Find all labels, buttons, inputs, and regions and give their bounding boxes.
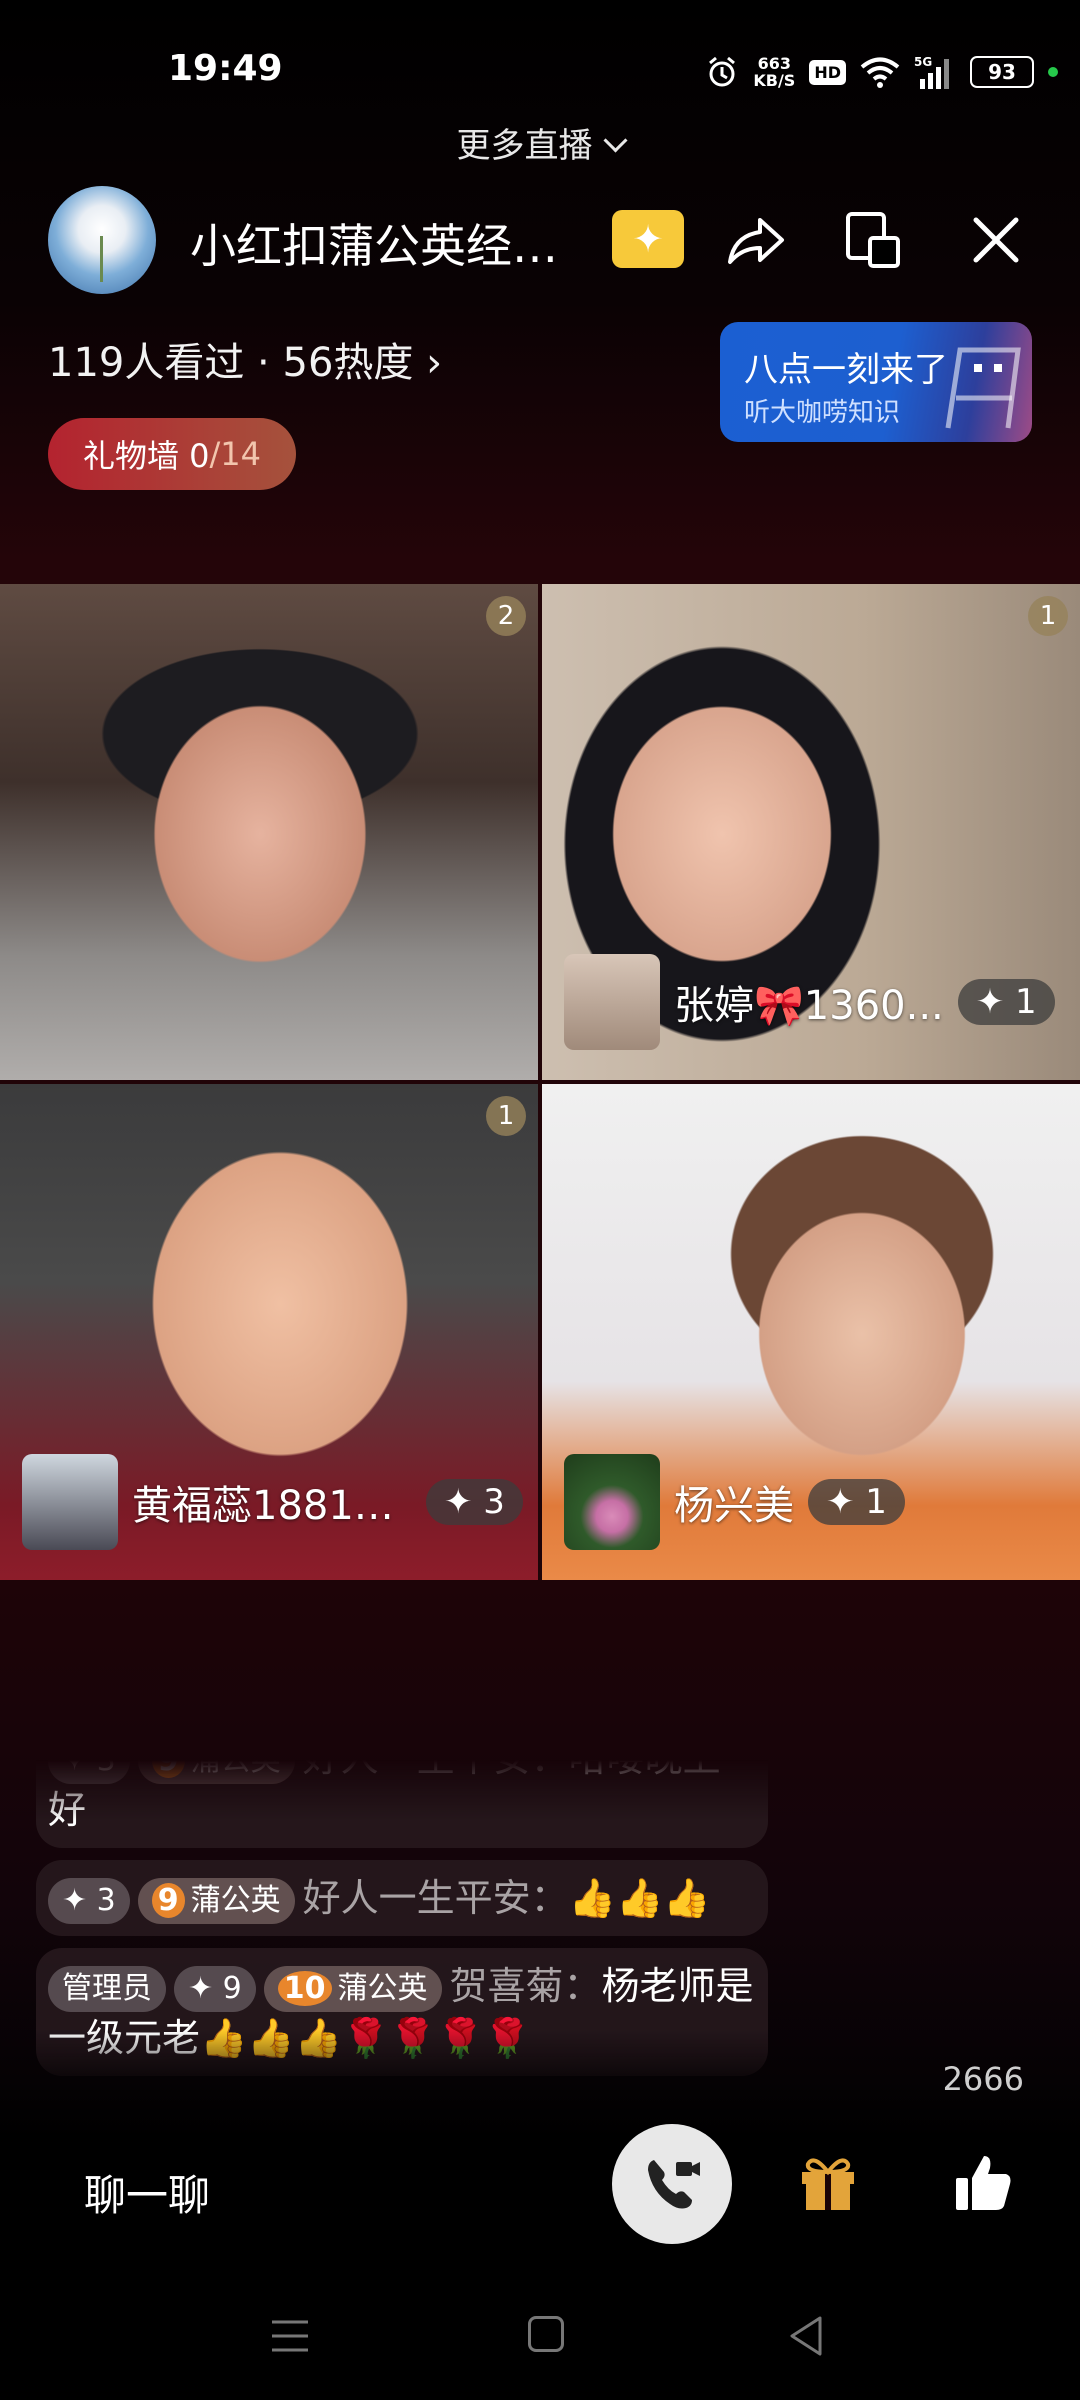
promo-banner[interactable]: 八点一刻来了 听大咖唠知识 xyxy=(720,322,1032,442)
user-score-badge: ✦ 1 xyxy=(957,979,1055,1025)
video-tile-guest[interactable]: 杨兴美 ✦ 1 xyxy=(542,1084,1080,1580)
chat-message: 管理员 ✦ 9 10 蒲公英 贺喜菊：杨老师是一级元老👍👍👍🌹🌹🌹🌹 xyxy=(36,1948,768,2076)
tile-number-badge: 1 xyxy=(486,1096,526,1136)
tile-number-badge: 2 xyxy=(486,596,526,636)
alarm-icon xyxy=(709,56,736,87)
user-avatar[interactable] xyxy=(564,954,660,1050)
host-avatar[interactable] xyxy=(48,186,156,294)
chat-nickname[interactable]: 好人一生平安： xyxy=(303,1876,569,1920)
nav-back-icon[interactable] xyxy=(786,2314,826,2358)
user-name: 黄福蕊18816... xyxy=(132,1483,412,1529)
user-avatar[interactable] xyxy=(564,1454,660,1550)
privacy-dot xyxy=(1048,67,1058,77)
gift-icon[interactable] xyxy=(796,2150,860,2214)
user-name: 张婷🎀1360... xyxy=(674,983,944,1029)
tile-user-info: 张婷🎀1360... ✦ 1 xyxy=(564,954,1055,1050)
status-time: 19:49 xyxy=(168,48,283,89)
like-count: 2666 xyxy=(942,2060,1024,2098)
chat-nickname[interactable]: 贺喜菊： xyxy=(450,1964,602,2008)
user-name: 杨兴美 xyxy=(674,1483,794,1529)
promo-subtitle: 听大咖唠知识 xyxy=(744,398,901,428)
star-sparkle-icon: ✦ xyxy=(632,217,664,261)
tile-number-badge: 1 xyxy=(1028,596,1068,636)
user-level-badge: ✦ 3 xyxy=(48,1760,130,1784)
gift-wall-count: 礼物墙 0 xyxy=(82,437,210,475)
hd-icon: HD xyxy=(809,59,846,85)
video-call-button[interactable] xyxy=(612,2124,732,2244)
fan-badge: 10 蒲公英 xyxy=(263,1965,442,2012)
svg-text:5G: 5G xyxy=(914,55,932,69)
user-score-badge: ✦ 3 xyxy=(426,1479,523,1525)
video-tile-host[interactable]: 2 xyxy=(0,584,538,1080)
status-icons: 663 KB/S HD 5G 93 xyxy=(705,52,1058,92)
gift-wall-total: /14 xyxy=(209,435,262,473)
follow-button[interactable]: ✦ xyxy=(612,210,684,268)
chat-list[interactable]: ✦ 39蒲公英好人一生平安：哈喽晚上好 ✦ 39蒲公英好人一生平安：👍👍👍 管理… xyxy=(36,1760,768,2096)
viewer-stats-text: 119人看过 · 56热度 xyxy=(48,340,414,386)
video-tile-guest[interactable]: 1 张婷🎀1360... ✦ 1 xyxy=(542,584,1080,1080)
user-level-badge: ✦ 9 xyxy=(174,1965,256,2012)
share-icon[interactable] xyxy=(724,210,786,272)
chevron-right-icon: › xyxy=(426,340,443,386)
nav-home-icon[interactable] xyxy=(528,2316,564,2352)
wifi-icon xyxy=(860,57,900,88)
nav-menu-icon[interactable] xyxy=(270,2318,310,2354)
user-avatar[interactable] xyxy=(22,1454,118,1550)
fan-badge: 9 蒲公英 xyxy=(137,1760,295,1784)
battery-icon: 93 xyxy=(970,56,1034,88)
chat-text: 👍👍👍 xyxy=(568,1876,711,1920)
more-live-label: 更多直播 xyxy=(456,126,593,166)
chat-input[interactable]: 聊一聊 xyxy=(84,2162,210,2223)
tile-user-info: 黄福蕊18816... ✦ 3 xyxy=(22,1454,523,1550)
net-speed: 663 KB/S xyxy=(753,54,796,90)
chair-icon xyxy=(945,347,1021,429)
chevron-down-icon xyxy=(602,128,628,153)
like-icon[interactable] xyxy=(952,2150,1016,2214)
live-title[interactable]: 小红扣蒲公英经典... xyxy=(190,210,590,276)
viewer-stats[interactable]: 119人看过 · 56热度 › xyxy=(48,330,442,388)
chat-message: ✦ 39蒲公英好人一生平安：哈喽晚上好 xyxy=(36,1760,768,1848)
user-score-badge: ✦ 1 xyxy=(808,1479,905,1525)
floating-window-icon[interactable] xyxy=(844,210,904,270)
chat-nickname[interactable]: 好人一生平安： xyxy=(303,1760,569,1780)
video-call-icon xyxy=(648,2160,700,2209)
close-icon[interactable] xyxy=(968,212,1024,268)
admin-badge: 管理员 xyxy=(48,1965,166,2012)
chat-message: ✦ 3 9 蒲公英 好人一生平安：👍👍👍 xyxy=(36,1860,768,1936)
cell-signal-icon: 5G xyxy=(914,55,949,89)
promo-title: 八点一刻来了 xyxy=(744,350,948,390)
user-level-badge: ✦ 3 xyxy=(48,1877,130,1924)
more-live-dropdown[interactable]: 更多直播 xyxy=(0,118,1080,167)
video-tile-guest[interactable]: 1 黄福蕊18816... ✦ 3 xyxy=(0,1084,538,1580)
tile-user-info: 杨兴美 ✦ 1 xyxy=(564,1454,905,1550)
gift-wall-button[interactable]: 礼物墙 0/14 xyxy=(48,418,296,490)
fan-badge: 9 蒲公英 xyxy=(137,1877,295,1924)
